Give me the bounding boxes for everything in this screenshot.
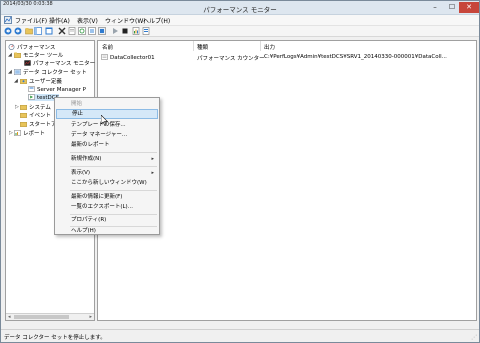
menu-separator — [70, 190, 157, 191]
report-icon[interactable] — [132, 27, 140, 35]
expand-icon[interactable]: ▷ — [9, 130, 13, 136]
menu-item-start[interactable]: 開始 — [56, 99, 158, 109]
scroll-right-icon[interactable]: ▸ — [89, 314, 92, 320]
properties-icon[interactable] — [68, 27, 76, 35]
column-separator[interactable] — [260, 41, 261, 51]
collector-set-icon — [28, 86, 35, 92]
performance-icon — [8, 44, 15, 50]
row-name: DataCollector01 — [110, 55, 155, 61]
tree-item-performance[interactable]: パフォーマンス — [8, 43, 55, 51]
expand-icon[interactable]: ▷ — [15, 104, 19, 110]
startup-folder-icon — [20, 122, 27, 127]
collapse-icon[interactable]: ◢ — [8, 69, 12, 75]
show-hide-tree-icon[interactable] — [34, 27, 42, 35]
data-collector-icon — [101, 54, 108, 60]
menu-action[interactable]: 操作(A) — [49, 16, 70, 25]
folder-up-icon[interactable] — [25, 27, 33, 35]
tree-item-monitoring-tools[interactable]: モニター ツール — [14, 51, 63, 59]
column-header-type[interactable]: 種類 — [197, 43, 208, 51]
menu-item-refresh[interactable]: 最新の情報に更新(F) — [56, 192, 158, 202]
scroll-left-icon[interactable]: ◂ — [8, 314, 11, 320]
column-separator[interactable] — [193, 41, 194, 51]
collapse-icon[interactable]: ◢ — [14, 78, 18, 84]
row-name-cell: DataCollector01 — [101, 54, 155, 61]
start-icon[interactable] — [111, 27, 119, 35]
tree-item-startup[interactable]: スタートア — [20, 120, 57, 128]
mouse-cursor-icon — [101, 115, 109, 126]
maximize-button[interactable]: ☐ — [444, 2, 460, 13]
menu-view[interactable]: 表示(V) — [77, 16, 98, 25]
export-list-icon[interactable] — [88, 27, 96, 35]
tree-label: スタートア — [29, 122, 57, 128]
menu-item-latest-report[interactable]: 最新のレポート — [56, 140, 158, 150]
menu-item-new-window[interactable]: ここから新しいウィンドウ(W) — [56, 178, 158, 188]
folder-icon — [14, 52, 21, 58]
help-icon[interactable] — [98, 27, 106, 35]
menu-item-properties[interactable]: プロパティ(R) — [56, 215, 158, 225]
forward-arrow-icon[interactable] — [14, 27, 22, 35]
stop-icon[interactable] — [121, 27, 129, 35]
menu-separator — [70, 166, 157, 167]
new-icon[interactable] — [142, 27, 150, 35]
pane-view-icon[interactable] — [45, 27, 53, 35]
system-folder-icon — [20, 105, 27, 110]
tree-item-system[interactable]: システム — [20, 103, 51, 111]
menu-file[interactable]: ファイル(F) — [15, 16, 47, 25]
tree-item-reports[interactable]: レポート — [14, 129, 45, 137]
status-text: データ コレクター セットを停止します。 — [4, 335, 106, 341]
menu-help[interactable]: ヘルプ(H) — [143, 16, 170, 25]
app-icon — [4, 16, 12, 24]
close-button[interactable]: ✕ — [459, 2, 479, 13]
toolbar — [1, 26, 479, 37]
delete-icon[interactable] — [58, 27, 66, 35]
collector-set-icon — [28, 94, 35, 100]
tree-item-data-collector-sets[interactable]: データ コレクター セット — [14, 68, 87, 76]
chart-monitor-icon — [24, 60, 31, 66]
menu-item-label: 新規作成(N) — [71, 156, 102, 162]
menu-item-data-manager[interactable]: データ マネージャー... — [56, 130, 158, 140]
tree-label: イベント — [29, 113, 52, 119]
tree-horizontal-scrollbar[interactable]: ◂ ▸ — [6, 313, 94, 320]
menu-separator — [70, 152, 157, 153]
resize-grip-icon[interactable]: ⋰ — [471, 334, 477, 341]
menu-item-help[interactable]: ヘルプ(H) — [56, 226, 158, 236]
submenu-arrow-icon: ▸ — [151, 170, 154, 176]
column-header-output[interactable]: 出力 — [264, 43, 275, 51]
tree-item-performance-monitor[interactable]: パフォーマンス モニター — [24, 59, 95, 67]
user-defined-folder-icon — [20, 79, 27, 84]
event-folder-icon — [20, 113, 27, 118]
minimize-button[interactable]: – — [427, 2, 443, 13]
status-bar: データ コレクター セットを停止します。 ⋰ — [1, 329, 479, 342]
performance-monitor-window: 2014/03/30 0:03:38 パフォーマンス モニター – ☐ ✕ ファ… — [0, 0, 480, 343]
menu-item-label: 表示(V) — [71, 170, 91, 176]
scroll-thumb[interactable] — [14, 315, 69, 319]
row-type: パフォーマンス カウンター — [197, 56, 265, 62]
menu-bar: ファイル(F) 操作(A) 表示(V) ウィンドウ(W) ヘルプ(H) — [1, 15, 479, 26]
menu-item-new[interactable]: 新規作成(N) ▸ — [56, 154, 158, 164]
refresh-icon[interactable] — [78, 27, 86, 35]
title-bar: 2014/03/30 0:03:38 パフォーマンス モニター – ☐ ✕ — [1, 1, 479, 15]
tree-item-user-defined[interactable]: ユーザー定義 — [20, 77, 62, 85]
reports-icon — [14, 130, 21, 136]
tree-label: データ コレクター セット — [23, 70, 87, 76]
tree-item-event-trace[interactable]: イベント — [20, 111, 51, 119]
window-title: パフォーマンス モニター — [203, 6, 277, 14]
menu-item-export-list[interactable]: 一覧のエクスポート(L)... — [56, 202, 158, 212]
menu-window[interactable]: ウィンドウ(W) — [105, 16, 146, 25]
menu-item-view[interactable]: 表示(V) ▸ — [56, 168, 158, 178]
collapse-icon[interactable]: ◢ — [8, 52, 12, 58]
tree-label: ユーザー定義 — [29, 79, 62, 85]
column-header-name[interactable]: 名前 — [102, 43, 113, 51]
tree-label: パフォーマンス モニター — [33, 61, 96, 67]
tree-label: Server Manager P — [37, 87, 86, 93]
data-collector-sets-icon — [14, 69, 21, 75]
submenu-arrow-icon: ▸ — [151, 156, 154, 162]
row-output: C:¥PerfLogs¥Admin¥testDCS¥SRV1_20140330-… — [264, 54, 447, 60]
back-arrow-icon[interactable] — [4, 27, 12, 35]
tree-label: レポート — [23, 131, 46, 137]
tree-item-server-manager[interactable]: Server Manager P — [28, 86, 86, 93]
